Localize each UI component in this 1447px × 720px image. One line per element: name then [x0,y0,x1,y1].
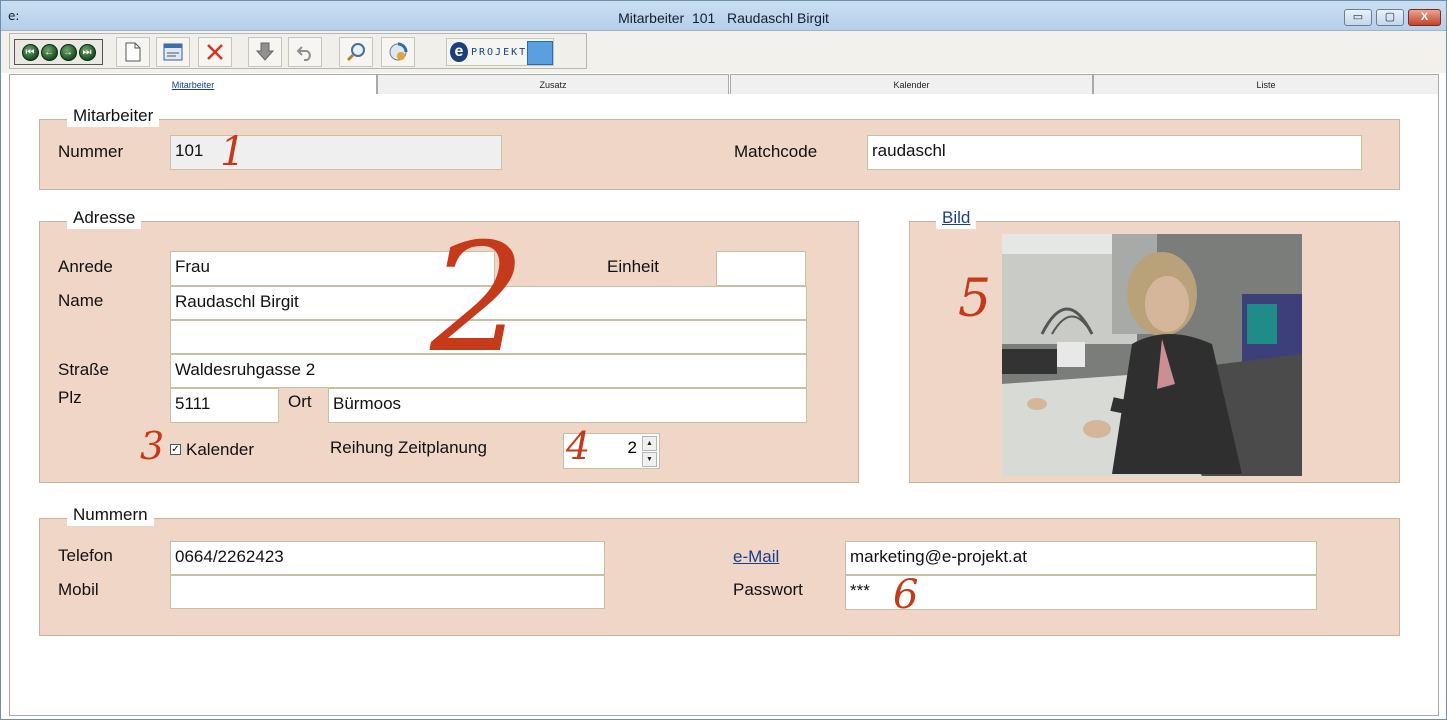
kalender-checkbox[interactable]: ✓ [170,444,181,455]
eprojekt-logo[interactable]: e PROJEKT: [446,38,554,66]
tab-strip: Mitarbeiter Zusatz Kalender Liste [9,74,1439,96]
refresh-button[interactable] [381,37,415,67]
nummern-legend: Nummern [67,504,154,526]
email-link[interactable]: e-Mail [733,547,779,567]
main-window: e: Mitarbeiter 101 Raudaschl Birgit ▭ ▢ … [0,0,1447,720]
strasse-label: Straße [58,360,110,379]
mobil-label: Mobil [58,580,99,599]
tab-content: Mitarbeiter Nummer 101 Matchcode raudasc… [9,94,1439,716]
annotation-6: 6 [893,572,919,618]
tab-zusatz[interactable]: Zusatz [377,74,729,95]
undo-icon [296,46,311,61]
kalender-label: Kalender [186,440,255,459]
tab-kalender[interactable]: Kalender [730,74,1093,95]
plz-label: Plz [58,388,82,407]
matchcode-field[interactable]: raudaschl [867,135,1362,170]
toolbar: ⏮ ← → ⏭ e PROJEKT: [1,31,1446,73]
eprojekt-e-icon: e [450,42,468,62]
search-button[interactable] [339,37,373,67]
einheit-field[interactable] [716,251,806,286]
maximize-icon: ▢ [1384,11,1396,23]
close-window-button[interactable]: X [1408,9,1441,26]
new-record-button[interactable] [116,37,150,67]
maximize-button[interactable]: ▢ [1376,9,1404,26]
annotation-5: 5 [958,269,992,329]
title-bar[interactable]: e: Mitarbeiter 101 Raudaschl Birgit ▭ ▢ … [1,1,1446,31]
last-record-icon[interactable]: ⏭ [78,43,96,61]
photo-image [1002,234,1302,476]
tab-mitarbeiter[interactable]: Mitarbeiter [9,74,377,96]
toolbar-group: ⏮ ← → ⏭ e PROJEKT: [9,33,587,69]
refresh-icon [389,42,408,61]
undo-button[interactable] [288,37,322,67]
ort-label: Ort [288,392,312,411]
adresse-legend: Adresse [67,207,142,229]
save-icon [256,42,274,61]
einheit-label: Einheit [607,257,659,276]
eprojekt-app-icon [527,41,553,65]
spin-up-icon[interactable]: ▲ [642,436,657,451]
search-icon [346,43,365,62]
ort-field[interactable]: Bürmoos [328,388,807,423]
eprojekt-brand-text: PROJEKT: [471,47,536,58]
spin-down-icon[interactable]: ▼ [642,452,657,467]
telefon-field[interactable]: 0664/2262423 [170,541,605,575]
reihung-value[interactable]: 2 [628,438,637,458]
record-navigator: ⏮ ← → ⏭ [14,39,103,65]
annotation-4: 4 [566,424,591,468]
bild-link[interactable]: Bild [942,208,970,227]
minimize-icon: ▭ [1352,11,1364,23]
form-view-icon [163,43,183,61]
anrede-label: Anrede [58,257,113,276]
name-label: Name [58,291,104,310]
bild-legend: Bild [936,207,977,229]
first-record-icon[interactable]: ⏮ [21,43,39,61]
close-icon: X [1420,11,1429,23]
reihung-label: Reihung Zeitplanung [330,438,487,457]
employee-photo[interactable] [1002,234,1302,476]
plz-field[interactable]: 5111 [170,388,279,423]
delete-button[interactable] [198,37,232,67]
annotation-2: 2 [430,212,526,386]
mobil-field[interactable] [170,575,605,609]
form-view-button[interactable] [156,37,190,67]
annotation-3: 3 [140,424,165,468]
matchcode-label: Matchcode [734,142,818,161]
mitarbeiter-legend: Mitarbeiter [67,105,160,127]
passwort-label: Passwort [733,580,803,599]
email-field[interactable]: marketing@e-projekt.at [845,541,1317,575]
annotation-1: 1 [220,129,246,175]
delete-icon [207,44,223,60]
telefon-label: Telefon [58,546,113,565]
new-document-icon [125,42,141,62]
nummer-label: Nummer [58,142,124,161]
tab-liste[interactable]: Liste [1093,74,1439,95]
minimize-button[interactable]: ▭ [1344,9,1372,26]
window-title: Mitarbeiter 101 Raudaschl Birgit [618,10,829,26]
prev-record-icon[interactable]: ← [40,43,58,61]
next-record-icon[interactable]: → [59,43,77,61]
save-button[interactable] [248,37,282,67]
